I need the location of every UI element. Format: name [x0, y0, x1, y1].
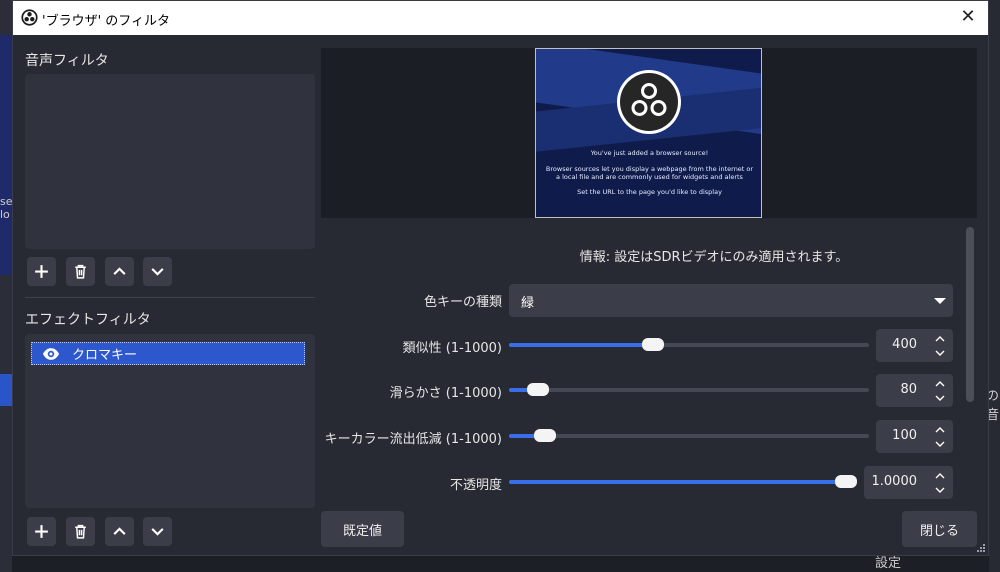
filter-item-chroma-key[interactable]: クロマキー: [31, 342, 305, 365]
obs-logo-icon: [617, 70, 681, 134]
plus-icon: [35, 265, 48, 278]
audio-remove-filter-button[interactable]: [66, 257, 95, 286]
filter-properties: 情報: 設定はSDRビデオにのみ適用されます。 色キーの種類 緑 類似性 (1-…: [321, 223, 977, 499]
filters-dialog: 'ブラウザ' のフィルタ ✕ 音声フィルタ エフェクトフィルタ クロマキー Yo…: [12, 0, 989, 556]
preview-description-2: a local file and are commonly used for w…: [556, 173, 743, 181]
chevron-up-icon: [935, 472, 945, 478]
chevron-up-icon: [935, 380, 945, 386]
spill-reduction-decrement[interactable]: [927, 436, 953, 452]
caret-down-icon: [934, 297, 946, 304]
smoothness-value: 80: [900, 382, 917, 397]
chevron-down-icon: [935, 350, 945, 356]
key-type-value: 緑: [521, 296, 535, 311]
chevron-down-icon: [151, 268, 164, 276]
key-type-label: 色キーの種類: [423, 295, 502, 310]
browser-source-preview: You've just added a browser source! Brow…: [535, 48, 762, 218]
chevron-down-icon: [151, 528, 164, 536]
smoothness-increment[interactable]: [927, 375, 953, 391]
preview-headline: You've just added a browser source!: [590, 149, 709, 157]
key-type-select[interactable]: 緑: [509, 284, 953, 317]
filter-preview: You've just added a browser source! Brow…: [321, 48, 977, 218]
chevron-up-icon: [935, 335, 945, 341]
sdr-info-text: 情報: 設定はSDRビデオにのみ適用されます。: [579, 250, 849, 265]
audio-move-up-button[interactable]: [105, 257, 134, 286]
similarity-slider[interactable]: [509, 338, 869, 351]
obs-logo-icon: [21, 9, 38, 26]
close-window-button[interactable]: ✕: [958, 7, 978, 27]
background-selected-item: [0, 374, 12, 406]
effect-move-up-button[interactable]: [105, 517, 134, 546]
spill-reduction-slider[interactable]: [509, 429, 869, 442]
trash-icon: [75, 264, 86, 279]
smoothness-spinbox[interactable]: 80: [876, 374, 953, 407]
preview-description-1: Browser sources let you display a webpag…: [545, 165, 754, 173]
chevron-up-icon: [935, 426, 945, 432]
window-title: 'ブラウザ' のフィルタ: [42, 14, 171, 29]
opacity-value: 1.0000: [871, 474, 918, 489]
section-divider: [25, 297, 315, 298]
similarity-increment[interactable]: [927, 330, 953, 346]
smoothness-slider-handle[interactable]: [526, 383, 549, 396]
trash-icon: [75, 524, 86, 539]
chevron-up-icon: [113, 527, 126, 535]
similarity-value: 400: [892, 337, 917, 352]
scrollbar-thumb[interactable]: [966, 227, 974, 402]
chevron-down-icon: [935, 441, 945, 447]
opacity-increment[interactable]: [927, 467, 953, 483]
similarity-label: 類似性 (1-1000): [402, 341, 502, 356]
chevron-down-icon: [935, 395, 945, 401]
spill-reduction-increment[interactable]: [927, 421, 953, 437]
plus-icon: [35, 525, 48, 538]
opacity-slider-fill: [509, 480, 846, 484]
opacity-slider-handle[interactable]: [835, 475, 857, 488]
effect-move-down-button[interactable]: [143, 517, 172, 546]
smoothness-slider[interactable]: [509, 383, 869, 396]
smoothness-decrement[interactable]: [927, 390, 953, 406]
audio-move-down-button[interactable]: [143, 257, 172, 286]
chevron-down-icon: [935, 487, 945, 493]
filter-item-label: クロマキー: [72, 348, 138, 363]
opacity-label: 不透明度: [449, 478, 502, 493]
similarity-slider-fill: [509, 343, 653, 347]
background-left-text: se lo: [0, 195, 12, 221]
dropdown-arrow[interactable]: [927, 284, 953, 317]
effect-add-filter-button[interactable]: [27, 517, 56, 546]
resize-grip-icon[interactable]: [977, 544, 985, 552]
opacity-slider[interactable]: [509, 475, 857, 488]
spill-reduction-spinbox[interactable]: 100: [876, 420, 953, 453]
audio-add-filter-button[interactable]: [27, 257, 56, 286]
background-preview-area: [0, 35, 12, 275]
background-right-panel: [989, 0, 1000, 572]
audio-filters-list[interactable]: [25, 74, 315, 249]
title-bar: 'ブラウザ' のフィルタ ✕: [13, 1, 988, 35]
opacity-decrement[interactable]: [927, 482, 953, 498]
spill-reduction-value: 100: [892, 428, 917, 443]
eye-icon[interactable]: [42, 345, 60, 363]
effect-remove-filter-button[interactable]: [66, 517, 95, 546]
similarity-spinbox[interactable]: 400: [876, 329, 953, 362]
effect-filters-label: エフェクトフィルタ: [25, 312, 151, 328]
chevron-up-icon: [113, 267, 126, 275]
defaults-button[interactable]: 既定値: [321, 511, 404, 547]
similarity-decrement[interactable]: [927, 345, 953, 361]
spill-reduction-slider-handle[interactable]: [534, 429, 556, 442]
spill-reduction-label: キーカラー流出低減 (1-1000): [324, 432, 502, 447]
audio-filters-label: 音声フィルタ: [25, 53, 109, 69]
preview-instruction: Set the URL to the page you'd like to di…: [577, 188, 722, 196]
smoothness-label: 滑らかさ (1-1000): [389, 386, 502, 401]
similarity-slider-handle[interactable]: [642, 338, 664, 351]
close-button[interactable]: 閉じる: [902, 511, 977, 547]
properties-scrollbar[interactable]: [965, 225, 975, 498]
opacity-spinbox[interactable]: 1.0000: [864, 466, 953, 499]
